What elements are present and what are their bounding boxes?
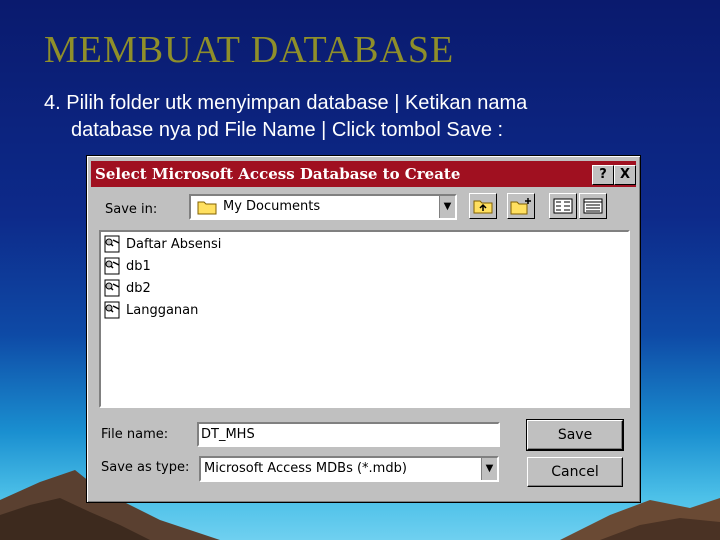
list-view-button[interactable] (549, 193, 577, 219)
cancel-button[interactable]: Cancel (527, 457, 623, 487)
file-item[interactable]: db1 (103, 256, 151, 276)
new-folder-button[interactable] (507, 193, 535, 219)
save-as-type-label: Save as type: (101, 460, 190, 475)
dialog-title: Select Microsoft Access Database to Crea… (95, 165, 461, 183)
details-view-icon (583, 198, 603, 214)
file-name: db1 (126, 258, 151, 274)
instruction-line-2: database nya pd File Name | Click tombol… (71, 119, 504, 141)
file-name-label: File name: (101, 427, 169, 442)
save-in-select[interactable]: My Documents ▼ (189, 194, 457, 220)
slide-instructions: 4. Pilih folder utk menyimpan database |… (44, 90, 684, 144)
dialog-title-bar: Select Microsoft Access Database to Crea… (91, 161, 636, 187)
file-name: Daftar Absensi (126, 236, 222, 252)
save-as-type-select[interactable]: Microsoft Access MDBs (*.mdb) ▼ (199, 456, 499, 482)
chevron-down-icon[interactable]: ▼ (439, 196, 455, 218)
file-item[interactable]: Daftar Absensi (103, 234, 221, 254)
details-view-button[interactable] (579, 193, 607, 219)
up-folder-icon (473, 200, 493, 214)
step-number: 4. (44, 92, 61, 114)
save-in-label: Save in: (105, 202, 158, 217)
save-dialog: Select Microsoft Access Database to Crea… (86, 155, 641, 503)
list-view-icon (553, 198, 573, 214)
folder-icon (197, 201, 217, 215)
instruction-line-1: Pilih folder utk menyimpan database | Ke… (66, 92, 528, 114)
save-in-value: My Documents (223, 199, 321, 214)
access-db-icon (104, 301, 120, 319)
access-db-icon (104, 235, 120, 253)
close-button[interactable]: X (614, 165, 636, 185)
file-name: Langganan (126, 302, 199, 318)
access-db-icon (104, 257, 120, 275)
file-item[interactable]: db2 (103, 278, 151, 298)
help-button[interactable]: ? (592, 165, 614, 185)
chevron-down-icon[interactable]: ▼ (481, 458, 497, 480)
save-as-type-value: Microsoft Access MDBs (*.mdb) (204, 461, 407, 476)
file-name-input[interactable]: DT_MHS (197, 422, 500, 447)
file-item[interactable]: Langganan (103, 300, 198, 320)
file-list[interactable]: Daftar Absensi db1 db2 Langganan (99, 230, 630, 408)
new-folder-icon (510, 198, 531, 215)
save-button[interactable]: Save (526, 419, 624, 451)
file-name: db2 (126, 280, 151, 296)
up-one-level-button[interactable] (469, 193, 497, 219)
slide-title: MEMBUAT DATABASE (44, 29, 455, 71)
access-db-icon (104, 279, 120, 297)
